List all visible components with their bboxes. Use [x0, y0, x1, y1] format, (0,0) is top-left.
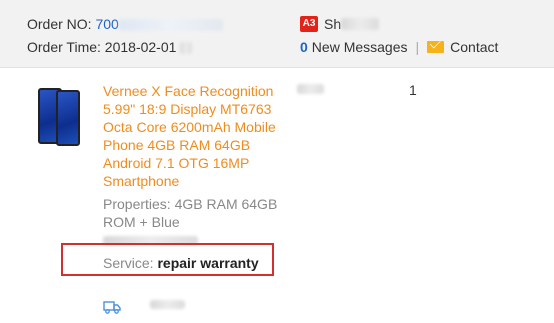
order-number-row: Order NO: 700 [27, 15, 223, 33]
service-value: repair warranty [157, 255, 259, 271]
shipping-truck-icon[interactable] [103, 300, 121, 314]
store-badge-icon: A3 [300, 16, 318, 32]
seller-name[interactable]: Sh [324, 15, 341, 33]
product-title-link[interactable]: Vernee X Face Recognition 5.99" 18:9 Dis… [103, 82, 283, 190]
redacted-shipping-info [150, 300, 185, 309]
messages-row: 0 New Messages | Contact [300, 38, 498, 56]
phone-image-front [56, 90, 80, 146]
mail-icon [427, 41, 445, 53]
order-number-label: Order NO: [27, 16, 92, 32]
service-label: Service: [103, 255, 154, 271]
divider: | [415, 39, 420, 55]
product-thumbnail[interactable] [32, 86, 82, 146]
order-number-redacted [118, 19, 223, 32]
order-header: Order NO: 700 Order Time: 2018-02-01 A3 … [0, 0, 554, 68]
order-time-redacted [180, 42, 193, 55]
order-time-label: Order Time: [27, 39, 101, 55]
seller-name-redacted [341, 18, 380, 30]
seller-row[interactable]: A3 Sh [300, 15, 380, 33]
product-properties: Properties: 4GB RAM 64GB ROM + Blue [103, 196, 278, 230]
new-messages-link[interactable]: New Messages [312, 38, 408, 56]
service-row: Service: repair warranty [103, 254, 259, 272]
contact-link[interactable]: Contact [450, 38, 498, 56]
order-number-value[interactable]: 700 [95, 16, 118, 32]
redacted-price [297, 84, 324, 94]
product-quantity: 1 [409, 82, 417, 98]
order-time-value: 2018-02-01 [104, 39, 177, 55]
order-time-row: Order Time: 2018-02-01 [27, 38, 193, 56]
new-messages-count[interactable]: 0 [300, 38, 308, 56]
